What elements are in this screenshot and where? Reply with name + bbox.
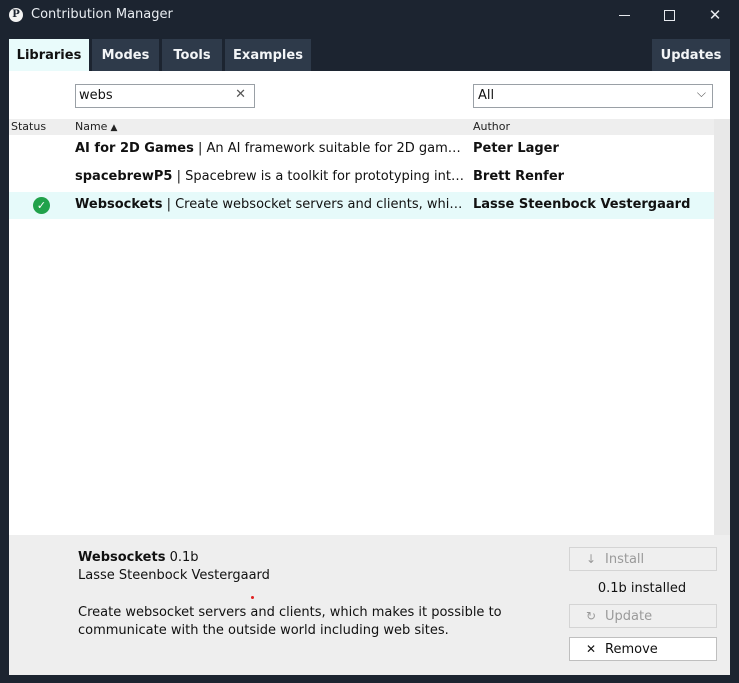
library-description: | An AI framework suitable for 2D games …: [197, 141, 467, 156]
library-description: | Spacebrew is a toolkit for prototyping…: [176, 169, 467, 184]
detail-description: Create websocket servers and clients, wh…: [78, 605, 502, 638]
library-name: spacebrewP5: [75, 169, 173, 184]
tab-modes[interactable]: Modes: [92, 39, 159, 71]
column-header-name-label: Name: [75, 120, 108, 133]
close-icon: ✕: [708, 6, 722, 24]
library-name: Websockets: [75, 197, 163, 212]
vertical-scrollbar[interactable]: [714, 119, 730, 535]
filter-selected-value: All: [478, 88, 495, 103]
title-bar: P Contribution Manager ✕: [0, 0, 739, 31]
row-author-cell: Lasse Steenbock Vestergaard: [473, 197, 691, 212]
installed-check-icon: ✓: [33, 197, 50, 214]
red-dot-marker: [251, 596, 254, 599]
maximize-icon: [663, 10, 675, 21]
table-row[interactable]: AI for 2D Games | An AI framework suitab…: [9, 136, 714, 163]
library-name: AI for 2D Games: [75, 141, 194, 156]
sort-ascending-icon: ▲: [110, 123, 118, 133]
remove-label: Remove: [605, 641, 658, 657]
remove-x-icon: ✕: [585, 642, 597, 656]
maximize-button[interactable]: [646, 0, 692, 31]
tab-updates[interactable]: Updates: [652, 39, 730, 71]
search-input[interactable]: [79, 87, 229, 104]
download-arrow-icon: ↓: [585, 552, 597, 566]
installed-version-text: 0.1b installed: [597, 581, 687, 596]
details-panel: Websockets 0.1b Lasse Steenbock Vesterga…: [9, 535, 730, 675]
close-window-button[interactable]: ✕: [692, 0, 738, 31]
table-row-selected[interactable]: ✓ Websockets | Create websocket servers …: [9, 192, 714, 219]
chevron-down-icon: ⌵: [696, 86, 706, 100]
table-row[interactable]: spacebrewP5 | Spacebrew is a toolkit for…: [9, 164, 714, 191]
window-bottom-border: [0, 675, 739, 683]
column-header-name[interactable]: Name ▲: [75, 120, 117, 133]
category-filter-select[interactable]: All ⌵: [473, 84, 713, 108]
refresh-icon: ↻: [585, 609, 597, 623]
row-name-cell: spacebrewP5 | Spacebrew is a toolkit for…: [75, 169, 467, 184]
tab-examples[interactable]: Examples: [225, 39, 311, 71]
clear-search-icon[interactable]: ✕: [235, 87, 246, 102]
minimize-icon: [618, 15, 630, 16]
column-header-author[interactable]: Author: [473, 120, 510, 133]
processing-app-icon: P: [9, 8, 23, 22]
column-header-status[interactable]: Status: [11, 120, 46, 133]
row-author-cell: Peter Lager: [473, 141, 559, 156]
install-label: Install: [605, 551, 645, 567]
tab-bar: Libraries Modes Tools Examples Updates: [0, 31, 739, 71]
minimize-button[interactable]: [601, 0, 647, 31]
contribution-manager-window: P Contribution Manager ✕ Libraries Modes…: [0, 0, 739, 683]
detail-library-name: Websockets: [78, 550, 166, 565]
detail-title: Websockets 0.1b: [78, 550, 199, 565]
row-author-cell: Brett Renfer: [473, 169, 565, 184]
libraries-panel: ✕ All ⌵ Status Name▲ Author AI for 2D Ga…: [9, 71, 730, 675]
update-button[interactable]: ↻ Update: [569, 604, 717, 628]
install-button[interactable]: ↓ Install: [569, 547, 717, 571]
window-title: Contribution Manager: [31, 7, 173, 22]
remove-button[interactable]: ✕ Remove: [569, 637, 717, 661]
detail-version: 0.1b: [165, 550, 199, 565]
library-description: | Create websocket servers and clients, …: [166, 197, 467, 212]
search-field[interactable]: ✕: [75, 84, 255, 108]
row-name-cell: AI for 2D Games | An AI framework suitab…: [75, 141, 467, 156]
update-label: Update: [605, 608, 653, 624]
tab-tools[interactable]: Tools: [162, 39, 222, 71]
tab-libraries[interactable]: Libraries: [9, 39, 89, 71]
detail-author: Lasse Steenbock Vestergaard: [78, 568, 270, 583]
row-name-cell: Websockets | Create websocket servers an…: [75, 197, 467, 212]
table-header: Status Name ▲ Author: [9, 119, 714, 135]
